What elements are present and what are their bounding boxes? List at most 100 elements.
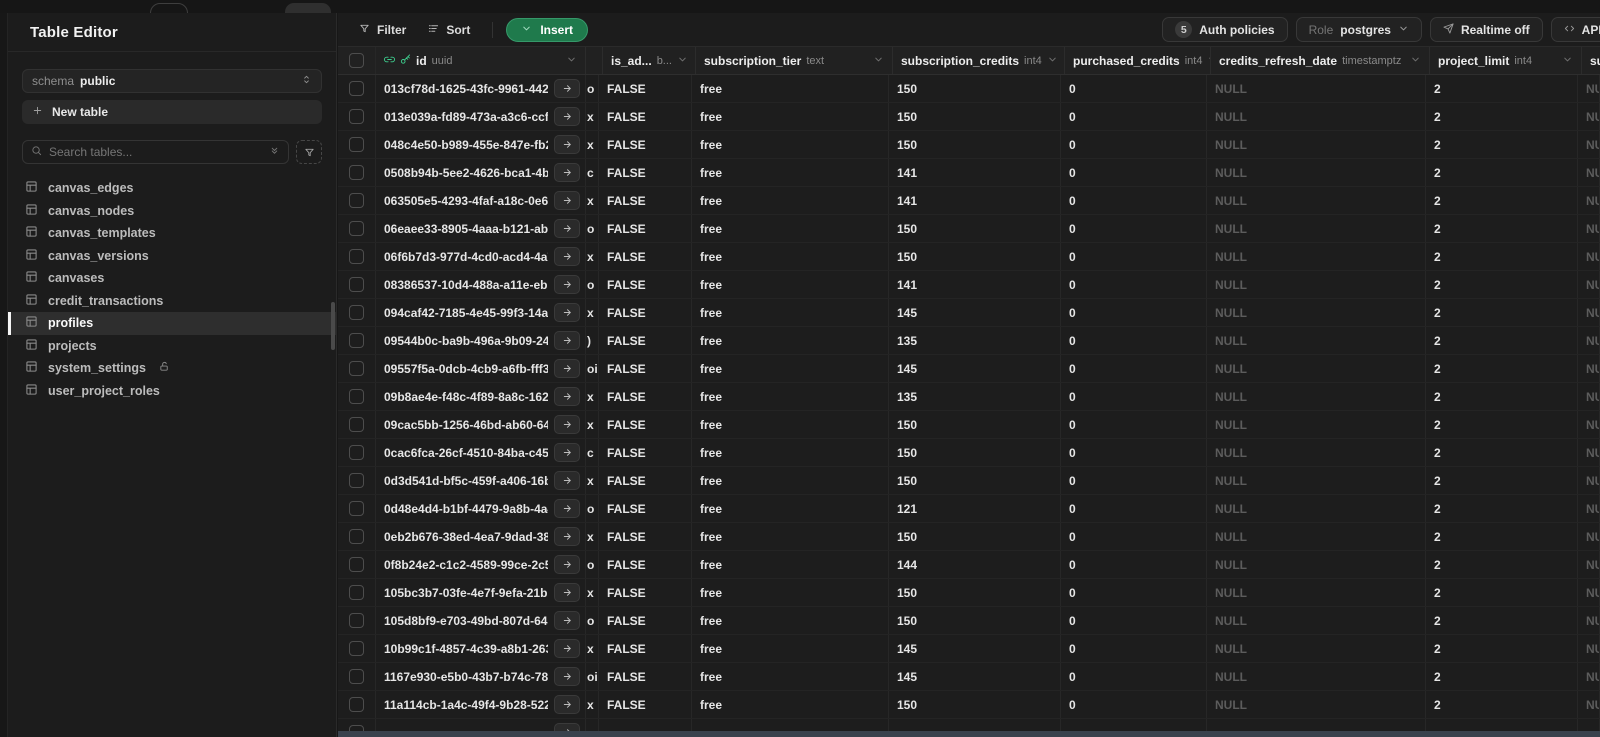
cell-clipped-column[interactable]: ) xyxy=(586,327,599,354)
expand-row-button[interactable] xyxy=(554,555,580,574)
sidebar-item-projects[interactable]: projects xyxy=(8,335,336,358)
cell-clipped-column[interactable]: x xyxy=(586,383,599,410)
cell-subscription-tier[interactable]: free xyxy=(692,327,889,354)
column-header-su[interactable]: su xyxy=(1582,47,1600,74)
sidebar-item-user_project_roles[interactable]: user_project_roles xyxy=(8,380,336,403)
cell-subscription-tier[interactable]: free xyxy=(692,551,889,578)
cell-subscription-tier[interactable]: free xyxy=(692,579,889,606)
cell-subscription-tier[interactable]: free xyxy=(692,439,889,466)
insert-button[interactable]: Insert xyxy=(506,17,589,42)
cell-credits-refresh-date[interactable]: NULL xyxy=(1207,495,1426,522)
cell-purchased-credits[interactable]: 0 xyxy=(1061,439,1207,466)
cell-truncated-last[interactable]: NULL xyxy=(1578,383,1600,410)
expand-row-button[interactable] xyxy=(554,275,580,294)
cell-id[interactable]: 063505e5-4293-4faf-a18c-0e65b... xyxy=(376,187,586,214)
cell-clipped-column[interactable]: x xyxy=(586,691,599,718)
cell-is-admin[interactable]: FALSE xyxy=(599,691,692,718)
row-checkbox[interactable] xyxy=(349,613,364,628)
cell-is-admin[interactable]: FALSE xyxy=(599,439,692,466)
realtime-toggle-button[interactable]: Realtime off xyxy=(1429,17,1543,42)
cell-id[interactable]: 08386537-10d4-488a-a11e-eb5a6... xyxy=(376,271,586,298)
expand-row-button[interactable] xyxy=(554,527,580,546)
cell-credits-refresh-date[interactable]: NULL xyxy=(1207,383,1426,410)
cell-credits-refresh-date[interactable]: NULL xyxy=(1207,299,1426,326)
cell-clipped-column[interactable]: oi xyxy=(586,355,599,382)
cell-clipped-column[interactable]: o xyxy=(586,495,599,522)
row-checkbox[interactable] xyxy=(349,501,364,516)
expand-row-button[interactable] xyxy=(554,499,580,518)
cell-truncated-last[interactable]: NULL xyxy=(1578,271,1600,298)
cell-is-admin[interactable]: FALSE xyxy=(599,663,692,690)
sidebar-item-credit_transactions[interactable]: credit_transactions xyxy=(8,290,336,313)
cell-subscription-tier[interactable]: free xyxy=(692,383,889,410)
column-header-id[interactable]: id uuid xyxy=(376,47,586,74)
cell-purchased-credits[interactable]: 0 xyxy=(1061,299,1207,326)
cell-purchased-credits[interactable]: 0 xyxy=(1061,103,1207,130)
cell-project-limit[interactable]: 2 xyxy=(1426,607,1578,634)
cell-purchased-credits[interactable]: 0 xyxy=(1061,271,1207,298)
row-checkbox[interactable] xyxy=(349,669,364,684)
cell-project-limit[interactable]: 2 xyxy=(1426,243,1578,270)
cell-is-admin[interactable]: FALSE xyxy=(599,579,692,606)
expand-row-button[interactable] xyxy=(554,443,580,462)
cell-truncated-last[interactable]: NULL xyxy=(1578,607,1600,634)
cell-is-admin[interactable]: FALSE xyxy=(599,243,692,270)
cell-purchased-credits[interactable]: 0 xyxy=(1061,75,1207,102)
api-docs-button[interactable]: API Do xyxy=(1550,17,1600,42)
cell-clipped-column[interactable]: o xyxy=(586,551,599,578)
row-checkbox[interactable] xyxy=(349,305,364,320)
cell-subscription-credits[interactable]: 150 xyxy=(889,215,1061,242)
expand-row-button[interactable] xyxy=(554,135,580,154)
sidebar-item-profiles[interactable]: profiles xyxy=(8,312,336,335)
cell-clipped-column[interactable]: c xyxy=(586,159,599,186)
cell-is-admin[interactable]: FALSE xyxy=(599,159,692,186)
cell-subscription-tier[interactable]: free xyxy=(692,411,889,438)
cell-is-admin[interactable]: FALSE xyxy=(599,607,692,634)
cell-project-limit[interactable]: 2 xyxy=(1426,439,1578,466)
cell-is-admin[interactable]: FALSE xyxy=(599,411,692,438)
cell-subscription-tier[interactable]: free xyxy=(692,75,889,102)
cell-credits-refresh-date[interactable]: NULL xyxy=(1207,411,1426,438)
cell-subscription-credits[interactable]: 150 xyxy=(889,243,1061,270)
cell-subscription-tier[interactable]: free xyxy=(692,187,889,214)
cell-truncated-last[interactable]: NULL xyxy=(1578,495,1600,522)
cell-credits-refresh-date[interactable]: NULL xyxy=(1207,635,1426,662)
expand-row-button[interactable] xyxy=(554,611,580,630)
cell-is-admin[interactable]: FALSE xyxy=(599,383,692,410)
cell-project-limit[interactable]: 2 xyxy=(1426,103,1578,130)
cell-id[interactable]: 013cf78d-1625-43fc-9961-442189... xyxy=(376,75,586,102)
cell-is-admin[interactable]: FALSE xyxy=(599,635,692,662)
cell-credits-refresh-date[interactable]: NULL xyxy=(1207,215,1426,242)
cell-clipped-column[interactable]: c xyxy=(586,439,599,466)
cell-truncated-last[interactable]: NULL xyxy=(1578,103,1600,130)
cell-clipped-column[interactable]: o xyxy=(586,271,599,298)
cell-clipped-column[interactable]: o xyxy=(586,607,599,634)
cell-subscription-credits[interactable]: 150 xyxy=(889,523,1061,550)
cell-clipped-column[interactable]: x xyxy=(586,579,599,606)
cell-is-admin[interactable]: FALSE xyxy=(599,75,692,102)
cell-project-limit[interactable]: 2 xyxy=(1426,299,1578,326)
horizontal-scrollbar[interactable] xyxy=(338,731,1600,737)
cell-credits-refresh-date[interactable]: NULL xyxy=(1207,523,1426,550)
cell-credits-refresh-date[interactable]: NULL xyxy=(1207,691,1426,718)
cell-subscription-credits[interactable]: 150 xyxy=(889,439,1061,466)
cell-subscription-tier[interactable]: free xyxy=(692,215,889,242)
cell-subscription-credits[interactable]: 145 xyxy=(889,355,1061,382)
cell-id[interactable]: 0cac6fca-26cf-4510-84ba-c4580... xyxy=(376,439,586,466)
row-checkbox[interactable] xyxy=(349,473,364,488)
cell-is-admin[interactable]: FALSE xyxy=(599,131,692,158)
cell-project-limit[interactable]: 2 xyxy=(1426,467,1578,494)
cell-subscription-credits[interactable]: 150 xyxy=(889,131,1061,158)
cell-truncated-last[interactable]: NULL xyxy=(1578,355,1600,382)
cell-purchased-credits[interactable]: 0 xyxy=(1061,691,1207,718)
cell-project-limit[interactable]: 2 xyxy=(1426,495,1578,522)
cell-is-admin[interactable]: FALSE xyxy=(599,187,692,214)
cell-truncated-last[interactable]: NULL xyxy=(1578,439,1600,466)
cell-credits-refresh-date[interactable]: NULL xyxy=(1207,243,1426,270)
cell-subscription-tier[interactable]: free xyxy=(692,271,889,298)
cell-truncated-last[interactable]: NULL xyxy=(1578,691,1600,718)
row-checkbox[interactable] xyxy=(349,333,364,348)
cell-purchased-credits[interactable]: 0 xyxy=(1061,495,1207,522)
column-header-project_limit[interactable]: project_limit int4 xyxy=(1430,47,1582,74)
cell-id[interactable]: 0508b94b-5ee2-4626-bca1-4bca... xyxy=(376,159,586,186)
